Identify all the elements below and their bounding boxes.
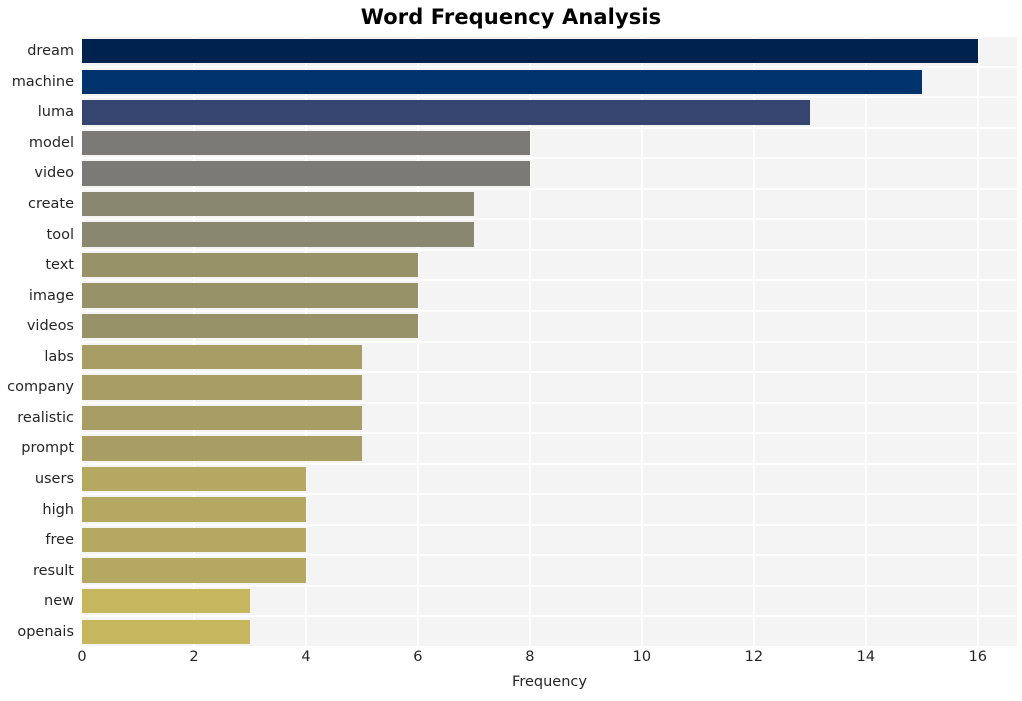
horizontal-gridline bbox=[82, 96, 1017, 99]
y-axis-tick-labels: dream machine luma model video create tool text… bbox=[0, 36, 74, 647]
bar bbox=[82, 130, 530, 156]
bar bbox=[82, 588, 250, 614]
plot-area bbox=[82, 36, 1017, 647]
x-axis-tick-label: 14 bbox=[856, 649, 876, 665]
y-axis-tick-label: dream bbox=[27, 43, 74, 60]
y-axis-tick-label: new bbox=[44, 593, 74, 610]
horizontal-gridline bbox=[82, 248, 1017, 251]
bar bbox=[82, 558, 306, 583]
y-axis-tick-label: videos bbox=[26, 318, 74, 335]
y-axis-tick-label: openais bbox=[17, 623, 74, 640]
bar bbox=[82, 619, 250, 644]
horizontal-gridline bbox=[82, 584, 1017, 587]
horizontal-gridline bbox=[82, 371, 1017, 374]
horizontal-gridline bbox=[82, 340, 1017, 343]
x-axis-tick-label: 4 bbox=[301, 649, 311, 665]
horizontal-gridline bbox=[82, 126, 1017, 129]
bar bbox=[82, 497, 306, 522]
y-axis-tick-label: prompt bbox=[21, 440, 74, 457]
bar bbox=[82, 283, 418, 308]
horizontal-gridline bbox=[82, 615, 1017, 618]
bar bbox=[82, 222, 474, 247]
chart-title: Word Frequency Analysis bbox=[360, 5, 662, 29]
x-axis-tick-label: 6 bbox=[413, 649, 423, 665]
horizontal-gridline bbox=[82, 309, 1017, 312]
horizontal-gridline bbox=[82, 432, 1017, 435]
horizontal-gridline bbox=[82, 218, 1017, 221]
y-axis-tick-label: image bbox=[28, 287, 74, 304]
x-axis-label: Frequency bbox=[512, 674, 587, 690]
y-axis-tick-label: machine bbox=[11, 73, 74, 90]
horizontal-gridline bbox=[82, 36, 1017, 37]
x-axis-tick-label: 2 bbox=[189, 649, 199, 665]
horizontal-gridline bbox=[82, 554, 1017, 557]
bar bbox=[82, 405, 362, 431]
bar bbox=[82, 191, 474, 217]
horizontal-gridline bbox=[82, 646, 1017, 647]
x-axis-tick-label: 8 bbox=[525, 649, 535, 665]
horizontal-gridline bbox=[82, 523, 1017, 526]
y-axis-tick-label: free bbox=[45, 532, 74, 549]
bar bbox=[82, 314, 418, 339]
y-axis-tick-label: users bbox=[34, 470, 74, 487]
y-axis-tick-label: high bbox=[42, 501, 74, 518]
x-axis-tick-labels: 0 2 4 6 8 10 12 14 16 bbox=[77, 649, 1017, 673]
horizontal-gridline bbox=[82, 279, 1017, 282]
horizontal-gridline bbox=[82, 157, 1017, 160]
y-axis-tick-label: luma bbox=[37, 104, 74, 121]
bar bbox=[82, 100, 810, 125]
bar bbox=[82, 161, 530, 186]
y-axis-tick-label: video bbox=[34, 165, 74, 182]
bar bbox=[82, 436, 362, 461]
x-axis-tick-label: 10 bbox=[632, 649, 652, 665]
x-axis-tick-label: 16 bbox=[968, 649, 988, 665]
y-axis-tick-label: result bbox=[32, 562, 74, 579]
y-axis-tick-label: realistic bbox=[17, 409, 74, 426]
bar bbox=[82, 375, 362, 400]
x-axis-tick-label: 0 bbox=[77, 649, 87, 665]
y-axis-tick-label: tool bbox=[46, 226, 74, 243]
horizontal-gridline bbox=[82, 187, 1017, 190]
bar bbox=[82, 527, 306, 553]
x-axis-tick-label: 12 bbox=[744, 649, 764, 665]
bar bbox=[82, 466, 306, 492]
y-axis-tick-label: labs bbox=[44, 348, 74, 365]
horizontal-gridline bbox=[82, 493, 1017, 496]
y-axis-tick-label: model bbox=[28, 134, 74, 151]
bar bbox=[82, 69, 922, 95]
y-axis-tick-label: create bbox=[27, 196, 74, 213]
bar bbox=[82, 344, 362, 369]
bar bbox=[82, 252, 418, 278]
y-axis-tick-label: text bbox=[45, 257, 74, 274]
bar bbox=[82, 39, 978, 64]
horizontal-gridline bbox=[82, 401, 1017, 404]
word-frequency-chart: Word Frequency Analysis dream machine luma… bbox=[0, 0, 1022, 701]
horizontal-gridline bbox=[82, 65, 1017, 68]
y-axis-tick-label: company bbox=[7, 379, 74, 396]
horizontal-gridline bbox=[82, 462, 1017, 465]
